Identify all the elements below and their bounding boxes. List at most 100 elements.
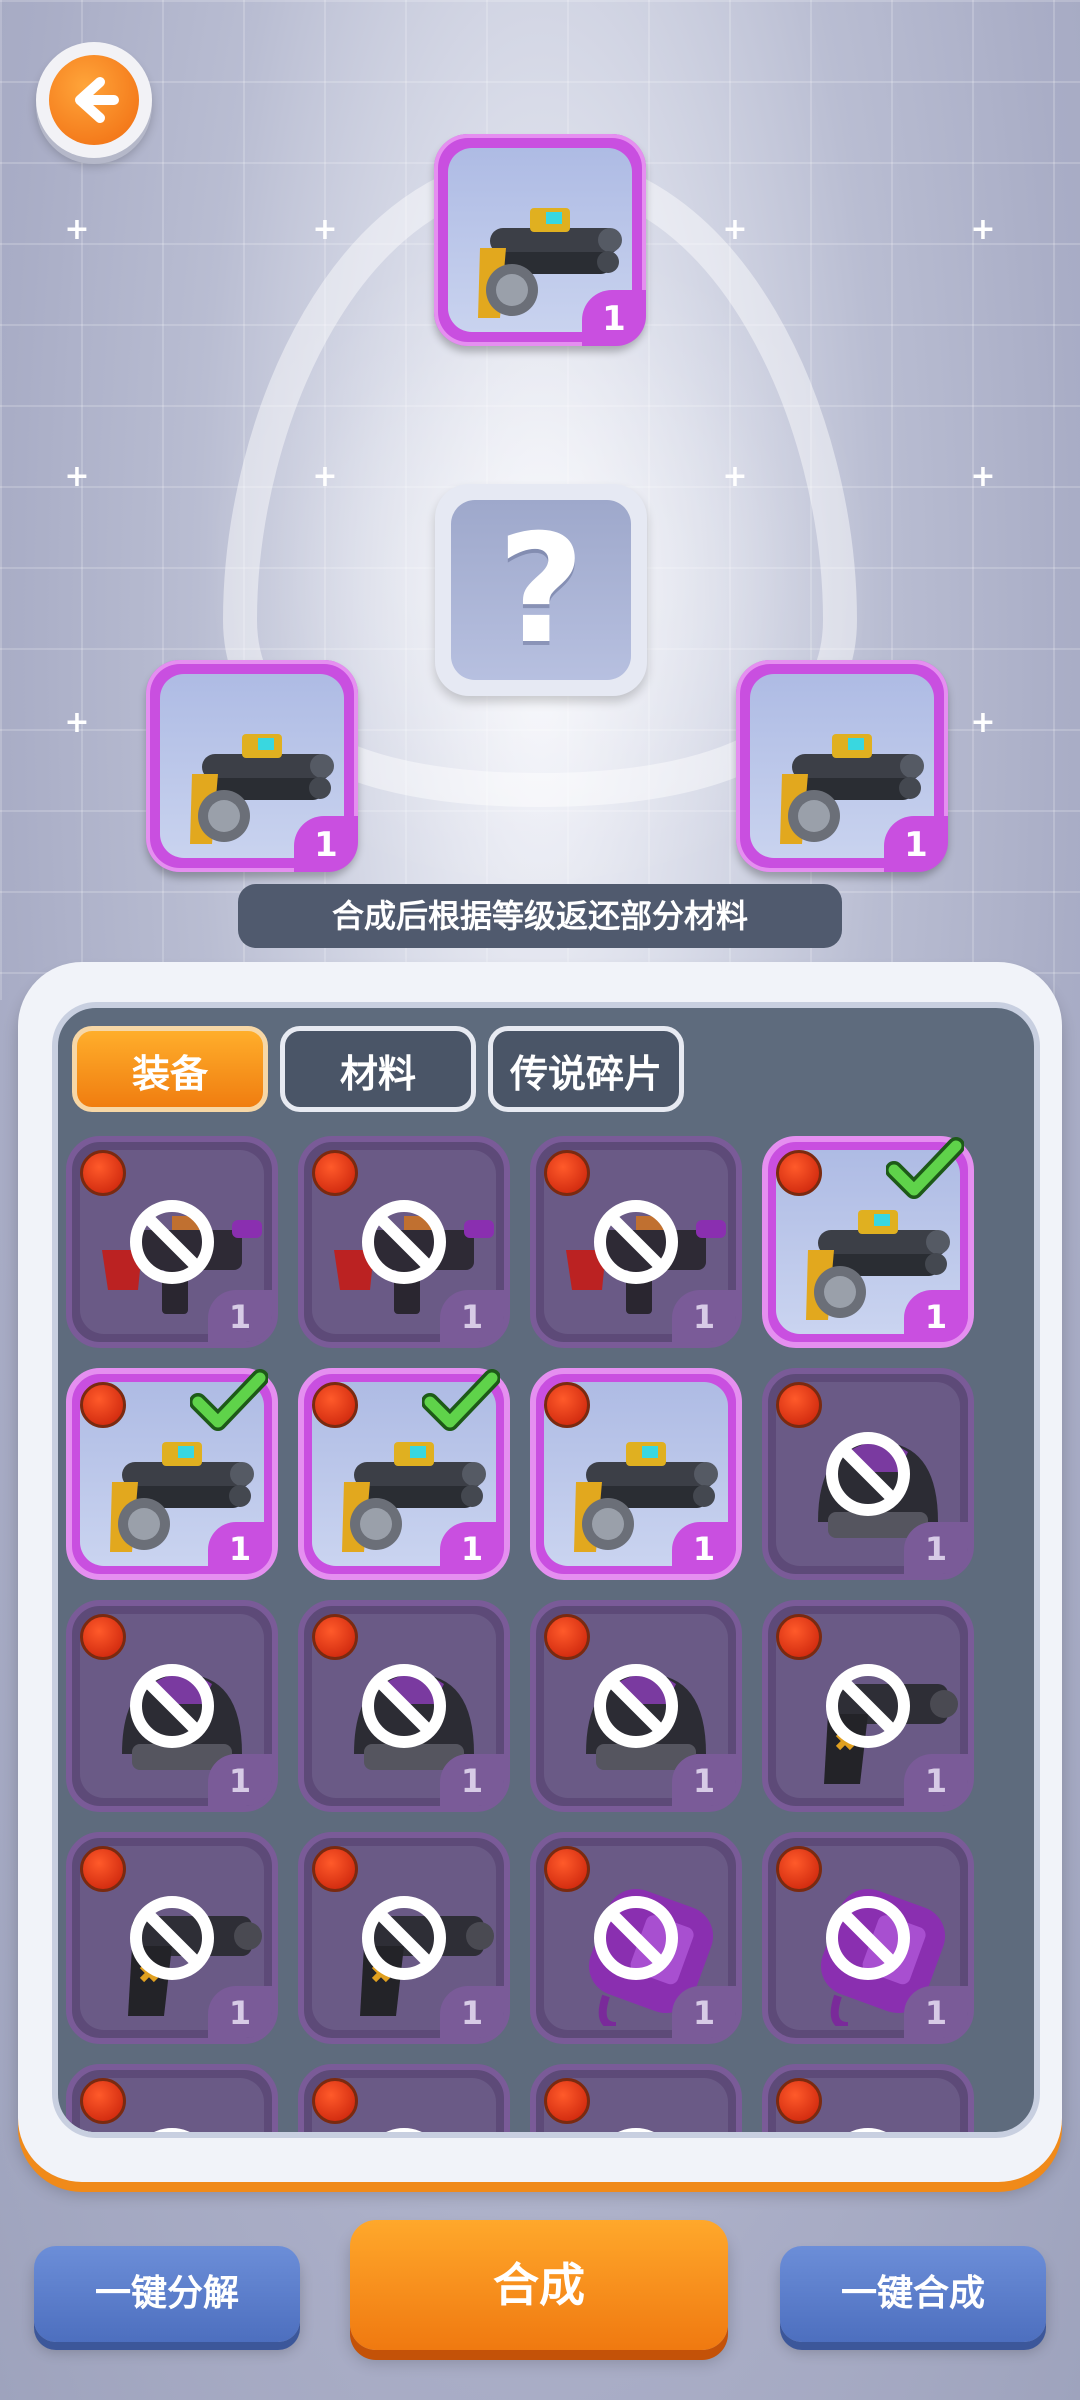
- new-badge-dot: [776, 1614, 822, 1660]
- tab-equipment[interactable]: 装备: [72, 1026, 268, 1112]
- inventory-slot[interactable]: 1: [762, 1832, 974, 2044]
- item-count: 1: [884, 816, 948, 872]
- item-count: 1: [440, 1986, 504, 2038]
- item-count: 1: [672, 1754, 736, 1806]
- inventory-slot[interactable]: [66, 2064, 278, 2132]
- unavailable-icon: [826, 1432, 910, 1516]
- new-badge-dot: [776, 1382, 822, 1428]
- unavailable-icon: [594, 1200, 678, 1284]
- inventory-slot[interactable]: 1: [530, 1600, 742, 1812]
- inventory-slot[interactable]: 1: [298, 1600, 510, 1812]
- new-badge-dot: [544, 1614, 590, 1660]
- new-badge-dot: [776, 1150, 822, 1196]
- item-count: 1: [582, 290, 646, 346]
- inventory-slot[interactable]: 1: [66, 1136, 278, 1348]
- unavailable-icon: [386, 2128, 422, 2132]
- auto-combine-button[interactable]: 一键合成: [780, 2246, 1046, 2342]
- inventory-slot[interactable]: 1: [298, 1136, 510, 1348]
- item-count: 1: [208, 1986, 272, 2038]
- unavailable-icon: [826, 1664, 910, 1748]
- fusion-slot-left[interactable]: 1: [146, 660, 358, 872]
- combine-button[interactable]: 合成: [350, 2220, 728, 2350]
- new-badge-dot: [312, 1382, 358, 1428]
- fusion-result-slot: ?: [435, 484, 647, 696]
- grid-plus-mark: +: [722, 459, 748, 494]
- inventory-panel-inner[interactable]: 装备 材料 传说碎片 1 1 1 1 1 1 1 1 1 1 1 1 1 1 1 1: [52, 1002, 1040, 2138]
- unavailable-icon: [130, 1200, 214, 1284]
- new-badge-dot: [312, 2078, 358, 2124]
- grid-plus-mark: +: [312, 459, 338, 494]
- new-badge-dot: [312, 1150, 358, 1196]
- grid-plus-mark: +: [722, 212, 748, 247]
- checkmark-icon: [422, 1369, 500, 1431]
- new-badge-dot: [312, 1614, 358, 1660]
- fusion-slot-right[interactable]: 1: [736, 660, 948, 872]
- item-count: 1: [440, 1754, 504, 1806]
- new-badge-dot: [544, 1382, 590, 1428]
- unavailable-icon: [826, 1896, 910, 1980]
- unavailable-icon: [850, 2128, 886, 2132]
- inventory-slot[interactable]: 1: [298, 1368, 510, 1580]
- inventory-panel: 装备 材料 传说碎片 1 1 1 1 1 1 1 1 1 1 1 1 1 1 1 1: [18, 962, 1062, 2182]
- item-count: 1: [904, 1986, 968, 2038]
- new-badge-dot: [80, 2078, 126, 2124]
- inventory-slot[interactable]: 1: [762, 1136, 974, 1348]
- unavailable-icon: [362, 1200, 446, 1284]
- item-count: 1: [672, 1986, 736, 2038]
- new-badge-dot: [544, 1150, 590, 1196]
- new-badge-dot: [544, 1846, 590, 1892]
- unavailable-icon: [130, 1896, 214, 1980]
- item-count: 1: [440, 1522, 504, 1574]
- grid-plus-mark: +: [970, 705, 996, 740]
- inventory-slot[interactable]: 1: [66, 1600, 278, 1812]
- grid-plus-mark: +: [64, 705, 90, 740]
- new-badge-dot: [80, 1382, 126, 1428]
- item-count: 1: [904, 1754, 968, 1806]
- new-badge-dot: [312, 1846, 358, 1892]
- disassemble-all-button[interactable]: 一键分解: [34, 2246, 300, 2342]
- grid-plus-mark: +: [970, 212, 996, 247]
- item-count: 1: [294, 816, 358, 872]
- inventory-slot[interactable]: [298, 2064, 510, 2132]
- item-count: 1: [672, 1290, 736, 1342]
- unavailable-icon: [594, 1896, 678, 1980]
- fusion-slot-top[interactable]: 1: [434, 134, 646, 346]
- new-badge-dot: [776, 1846, 822, 1892]
- fusion-hint-label: 合成后根据等级返还部分材料: [238, 884, 842, 948]
- inventory-slot[interactable]: 1: [762, 1600, 974, 1812]
- item-count: 1: [208, 1754, 272, 1806]
- arrow-left-icon: [49, 55, 139, 145]
- new-badge-dot: [80, 1614, 126, 1660]
- checkmark-icon: [886, 1137, 964, 1199]
- checkmark-icon: [190, 1369, 268, 1431]
- inventory-slot[interactable]: 1: [298, 1832, 510, 2044]
- inventory-slot[interactable]: 1: [530, 1136, 742, 1348]
- inventory-slot[interactable]: 1: [530, 1368, 742, 1580]
- grid-plus-mark: +: [64, 212, 90, 247]
- item-count: 1: [208, 1522, 272, 1574]
- grid-plus-mark: +: [970, 459, 996, 494]
- item-count: 1: [904, 1290, 968, 1342]
- unavailable-icon: [362, 1664, 446, 1748]
- inventory-slot[interactable]: 1: [762, 1368, 974, 1580]
- inventory-slot[interactable]: 1: [530, 1832, 742, 2044]
- unavailable-icon: [362, 1896, 446, 1980]
- item-count: 1: [208, 1290, 272, 1342]
- question-mark-icon: ?: [497, 503, 585, 677]
- grid-plus-mark: +: [312, 212, 338, 247]
- inventory-slot[interactable]: 1: [66, 1832, 278, 2044]
- item-count: 1: [904, 1522, 968, 1574]
- new-badge-dot: [80, 1846, 126, 1892]
- item-count: 1: [672, 1522, 736, 1574]
- new-badge-dot: [544, 2078, 590, 2124]
- unavailable-icon: [618, 2128, 654, 2132]
- unavailable-icon: [594, 1664, 678, 1748]
- inventory-slot[interactable]: [530, 2064, 742, 2132]
- item-count: 1: [440, 1290, 504, 1342]
- back-button[interactable]: [36, 42, 152, 158]
- inventory-slot[interactable]: 1: [66, 1368, 278, 1580]
- new-badge-dot: [80, 1150, 126, 1196]
- inventory-slot[interactable]: [762, 2064, 974, 2132]
- tab-materials[interactable]: 材料: [280, 1026, 476, 1112]
- tab-legendary-shards[interactable]: 传说碎片: [488, 1026, 684, 1112]
